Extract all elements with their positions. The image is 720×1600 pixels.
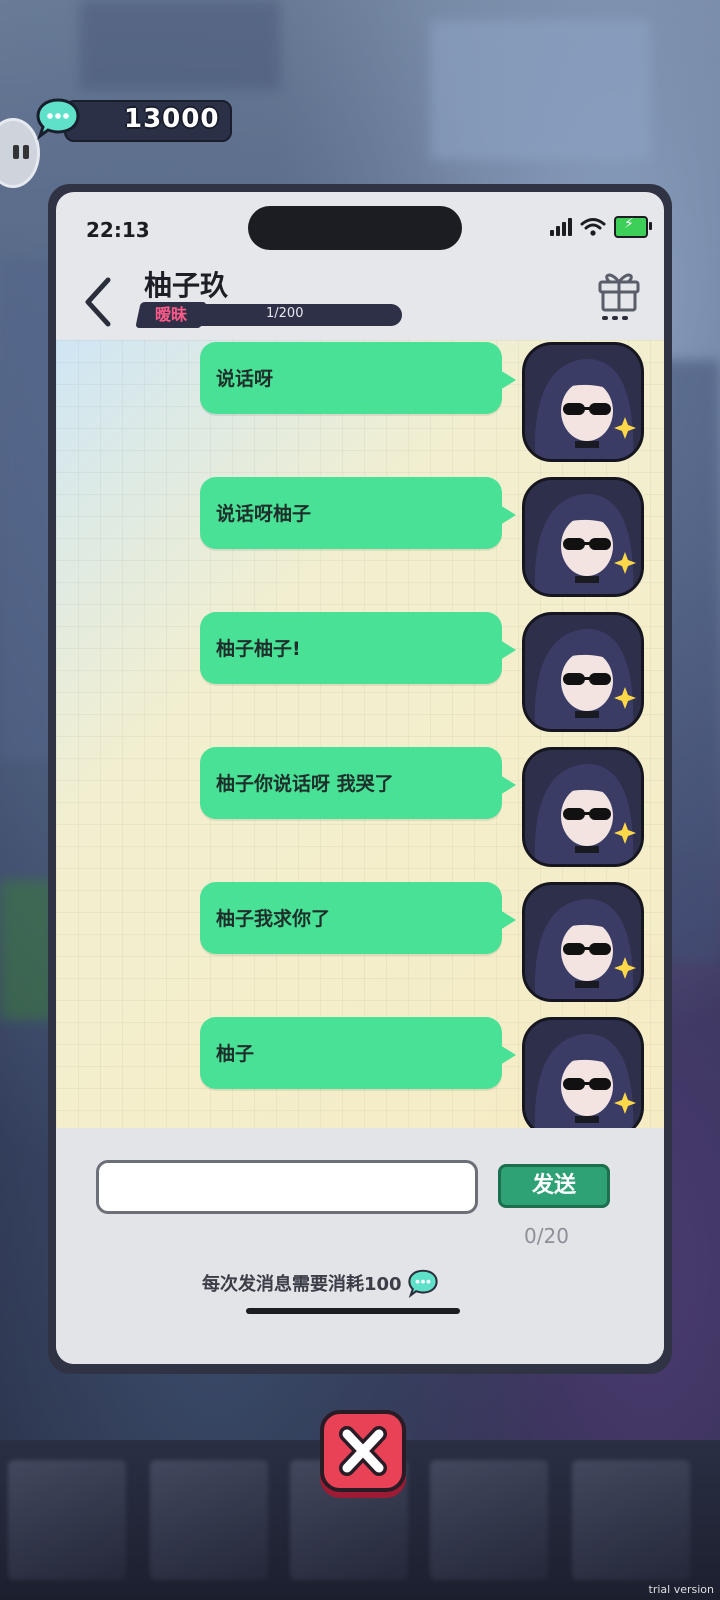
message-bubble: 说话呀柚子 (200, 477, 516, 549)
player-avatar (522, 882, 644, 1002)
chat-message: 柚子你说话呀 我哭了 (56, 747, 664, 867)
character-counter: 0/20 (524, 1224, 569, 1248)
back-button[interactable] (78, 272, 118, 332)
chat-message: 说话呀 (56, 342, 664, 462)
close-icon (339, 1426, 387, 1476)
message-bubble: 说话呀 (200, 342, 516, 414)
player-avatar (522, 1017, 644, 1128)
message-cost-note: 每次发消息需要消耗100 (202, 1268, 440, 1298)
player-avatar (522, 477, 644, 597)
gift-button[interactable] (596, 266, 642, 326)
relationship-tag: 暧昧 (135, 302, 207, 328)
currency-amount: 13000 (124, 104, 220, 134)
watermark: trial version (648, 1583, 714, 1596)
message-bubble: 柚子 (200, 1017, 516, 1089)
cost-note-text: 每次发消息需要消耗100 (202, 1274, 402, 1295)
wifi-icon (580, 218, 606, 236)
battery-icon: ⚡ (614, 216, 652, 238)
phone-notch (248, 206, 462, 250)
signal-icon (550, 218, 572, 236)
chat-bubble-icon (407, 1269, 438, 1298)
chat-message: 柚子柚子! (56, 612, 664, 732)
close-button[interactable] (320, 1410, 406, 1492)
message-composer: 发送 0/20 每次发消息需要消耗100 (56, 1128, 664, 1364)
relationship-progress: 1/200 (266, 306, 304, 321)
chat-bubble-icon (36, 98, 80, 140)
chat-message: 柚子我求你了 (56, 882, 664, 1002)
chat-messages[interactable]: 说话呀 说话呀柚子 柚子柚子! 柚子你说话呀 我哭了 柚子我求你了 柚子 (56, 340, 664, 1128)
status-time: 22:13 (86, 218, 150, 242)
player-avatar (522, 612, 644, 732)
gift-icon (598, 273, 640, 312)
chat-message: 柚子 (56, 1017, 664, 1128)
player-avatar (522, 747, 644, 867)
chat-message: 说话呀柚子 (56, 477, 664, 597)
phone-frame: 22:13 ⚡ 柚子玖 暧昧 1/200 说话呀 说话呀柚子 柚子柚子! 柚子你… (48, 184, 672, 1374)
currency-badge: 13000 (36, 96, 232, 142)
gift-page-dots (602, 316, 628, 320)
status-icons: ⚡ (550, 216, 652, 238)
player-avatar (522, 342, 644, 462)
message-input[interactable] (96, 1160, 478, 1214)
send-button[interactable]: 发送 (498, 1164, 610, 1208)
home-indicator (246, 1308, 460, 1314)
message-bubble: 柚子你说话呀 我哭了 (200, 747, 516, 819)
message-bubble: 柚子柚子! (200, 612, 516, 684)
contact-name: 柚子玖 (144, 269, 229, 302)
relationship-bar: 暧昧 1/200 (135, 302, 402, 328)
chat-screen: 22:13 ⚡ 柚子玖 暧昧 1/200 说话呀 说话呀柚子 柚子柚子! 柚子你… (56, 192, 664, 1364)
message-bubble: 柚子我求你了 (200, 882, 516, 954)
